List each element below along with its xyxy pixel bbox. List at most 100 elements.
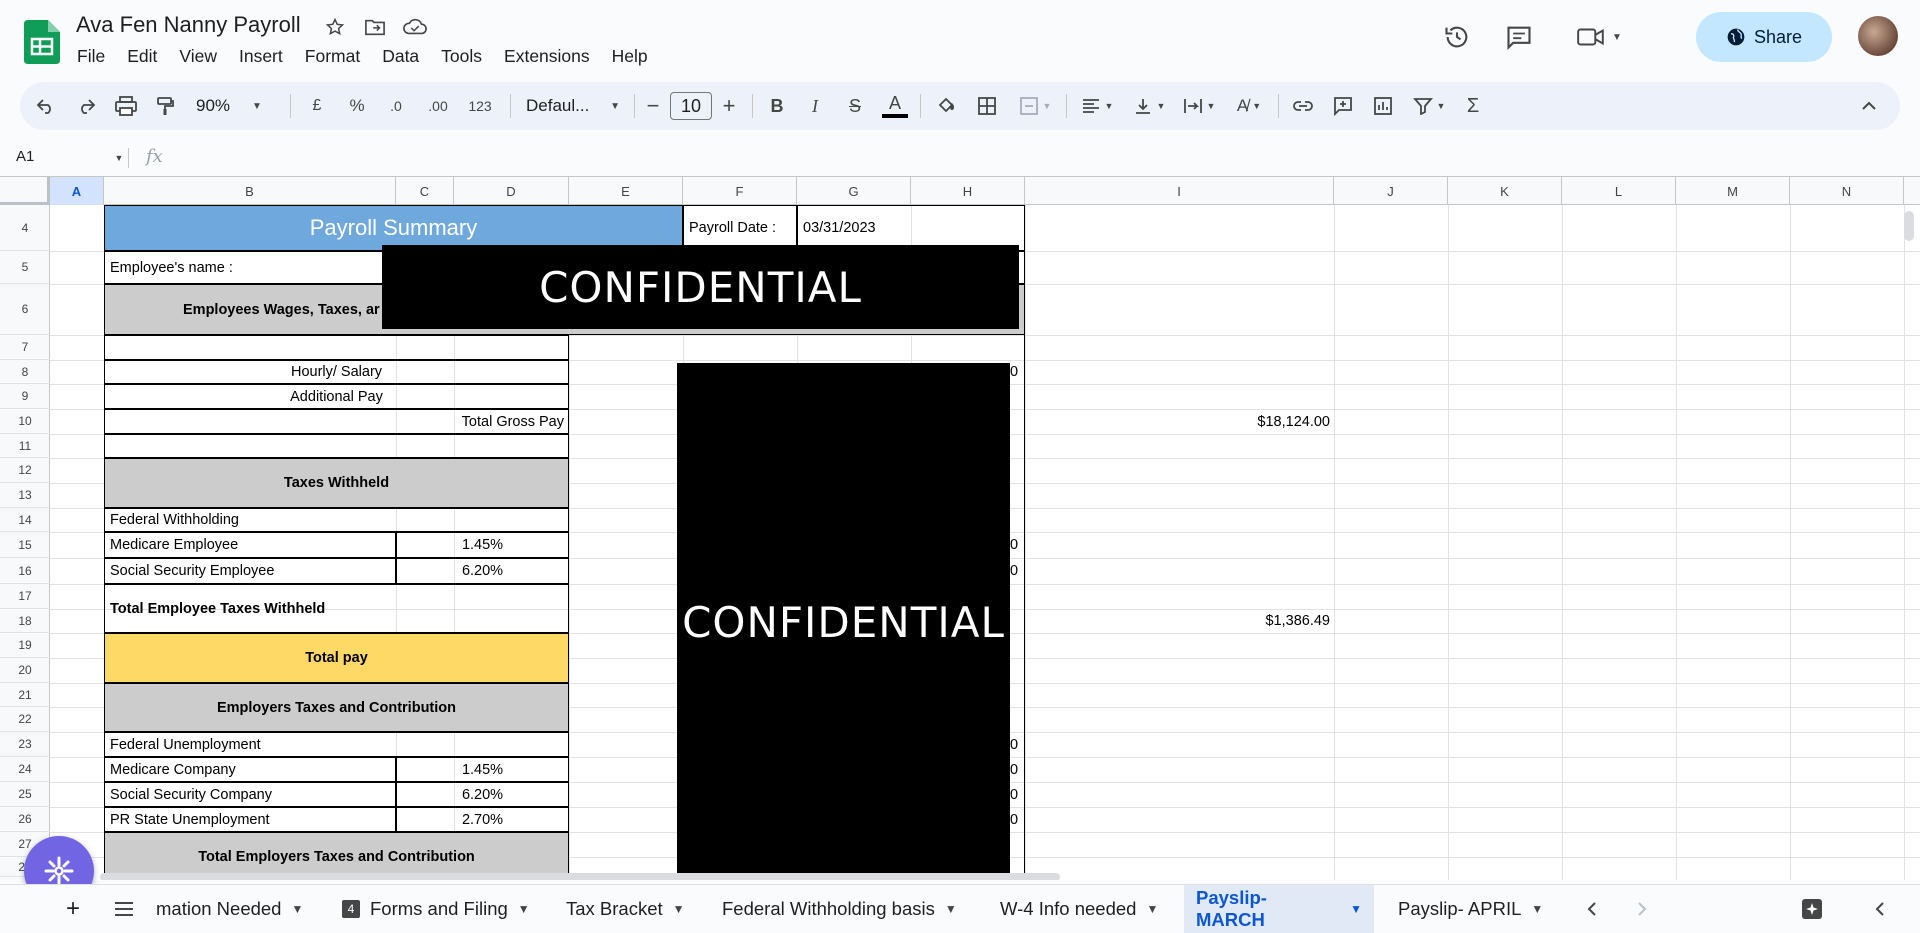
insert-link-icon[interactable] xyxy=(1286,82,1320,130)
column-header-l[interactable]: L xyxy=(1562,177,1676,205)
column-header-b[interactable]: B xyxy=(104,177,396,205)
decrease-decimal-button[interactable]: .0 xyxy=(378,82,414,130)
meet-icon[interactable]: ▼ xyxy=(1564,20,1634,54)
decrease-font-size-button[interactable]: − xyxy=(640,82,666,130)
federal-withholding-label[interactable]: Federal Withholding xyxy=(104,508,569,532)
employers-taxes-header[interactable]: Employers Taxes and Contribution xyxy=(104,683,569,732)
text-rotation-icon[interactable]: A̸ ▼ xyxy=(1226,82,1272,130)
name-box[interactable]: A1 ▼ xyxy=(16,148,123,165)
menu-view[interactable]: View xyxy=(168,44,228,69)
explore-icon[interactable] xyxy=(1800,891,1824,927)
font-select[interactable]: Defaul... ▼ xyxy=(518,82,628,130)
font-size-input[interactable]: 10 xyxy=(670,92,712,120)
sheet-tab[interactable]: W-4 Info needed ▼ xyxy=(988,885,1170,933)
total-pay-label[interactable]: Total pay xyxy=(104,633,569,683)
column-header-k[interactable]: K xyxy=(1448,177,1562,205)
insert-comment-icon[interactable] xyxy=(1326,82,1360,130)
scroll-tabs-right-icon[interactable] xyxy=(1636,891,1648,927)
blank-cell[interactable] xyxy=(104,335,569,360)
avatar[interactable] xyxy=(1858,16,1898,56)
employee-taxes-total-value[interactable]: $1,386.49 xyxy=(1025,609,1334,633)
print-icon[interactable] xyxy=(110,82,142,130)
column-header-f[interactable]: F xyxy=(683,177,797,205)
row-header[interactable]: 17 xyxy=(0,584,50,609)
pr-state-unemployment-label[interactable]: PR State Unemployment xyxy=(104,807,396,832)
row-header[interactable]: 19 xyxy=(0,633,50,658)
functions-button[interactable]: Σ xyxy=(1456,82,1490,130)
sheet-tab[interactable]: Tax Bracket ▼ xyxy=(554,885,697,933)
column-header-a[interactable]: A xyxy=(50,177,104,205)
row-header[interactable]: 16 xyxy=(0,558,50,584)
menu-format[interactable]: Format xyxy=(294,44,371,69)
medicare-company-rate[interactable]: 1.45% xyxy=(396,757,569,782)
move-folder-icon[interactable] xyxy=(362,14,388,40)
share-button[interactable]: Share xyxy=(1696,12,1832,62)
sheet-tab[interactable]: Payslip- APRIL ▼ xyxy=(1386,885,1555,933)
sheet-tab[interactable]: Federal Withholding basis ▼ xyxy=(710,885,969,933)
medicare-employee-label[interactable]: Medicare Employee xyxy=(104,532,396,558)
medicare-company-label[interactable]: Medicare Company xyxy=(104,757,396,782)
version-history-icon[interactable] xyxy=(1440,20,1474,54)
star-icon[interactable] xyxy=(322,14,348,40)
row-header[interactable]: 6 xyxy=(0,284,50,335)
column-header-c[interactable]: C xyxy=(396,177,454,205)
row-header[interactable]: 4 xyxy=(0,205,50,251)
gross-pay-total-value[interactable]: $18,124.00 xyxy=(1025,409,1334,434)
side-panel-toggle-icon[interactable] xyxy=(1874,891,1886,927)
column-header-m[interactable]: M xyxy=(1676,177,1790,205)
row-header[interactable]: 20 xyxy=(0,658,50,683)
sheets-logo-icon[interactable] xyxy=(24,20,60,64)
column-header-n[interactable]: N xyxy=(1790,177,1904,205)
increase-decimal-button[interactable]: .00 xyxy=(418,82,458,130)
cloud-status-icon[interactable] xyxy=(402,14,428,40)
social-security-employee-label[interactable]: Social Security Employee xyxy=(104,558,396,584)
total-gross-pay-label[interactable]: Total Gross Pay xyxy=(104,409,569,434)
row-header[interactable]: 13 xyxy=(0,483,50,508)
text-color-button[interactable]: A xyxy=(878,82,912,130)
filter-icon[interactable]: ▼ xyxy=(1406,82,1452,130)
row-header[interactable]: 26 xyxy=(0,807,50,832)
federal-unemployment-label[interactable]: Federal Unemployment xyxy=(104,732,569,757)
column-header-i[interactable]: I xyxy=(1025,177,1334,205)
menu-edit[interactable]: Edit xyxy=(116,44,168,69)
currency-format-button[interactable]: £ xyxy=(302,82,332,130)
horizontal-scrollbar[interactable] xyxy=(100,873,1060,880)
social-security-company-label[interactable]: Social Security Company xyxy=(104,782,396,807)
menu-extensions[interactable]: Extensions xyxy=(493,44,601,69)
menu-data[interactable]: Data xyxy=(371,44,430,69)
zoom-select[interactable]: 90% ▼ xyxy=(196,82,276,130)
document-title[interactable]: Ava Fen Nanny Payroll xyxy=(76,12,301,38)
merge-cells-icon[interactable]: ▼ xyxy=(1010,82,1060,130)
strikethrough-button[interactable]: S xyxy=(838,82,872,130)
row-header[interactable]: 9 xyxy=(0,384,50,409)
vertical-align-icon[interactable]: ▼ xyxy=(1126,82,1172,130)
row-header[interactable]: 15 xyxy=(0,532,50,558)
bold-button[interactable]: B xyxy=(760,82,794,130)
row-header[interactable]: 11 xyxy=(0,434,50,458)
column-header-h[interactable]: H xyxy=(911,177,1025,205)
row-header[interactable]: 7 xyxy=(0,335,50,360)
row-header[interactable]: 25 xyxy=(0,782,50,807)
menu-insert[interactable]: Insert xyxy=(228,44,294,69)
blank-cell[interactable] xyxy=(104,434,569,458)
taxes-withheld-header[interactable]: Taxes Withheld xyxy=(104,458,569,508)
italic-button[interactable]: I xyxy=(798,82,832,130)
sheet-tab[interactable]: mation Needed ▼ xyxy=(144,885,315,933)
insert-chart-icon[interactable] xyxy=(1366,82,1400,130)
column-header-j[interactable]: J xyxy=(1334,177,1448,205)
row-header[interactable]: 8 xyxy=(0,360,50,384)
horizontal-align-icon[interactable]: ▼ xyxy=(1074,82,1120,130)
menu-help[interactable]: Help xyxy=(601,44,659,69)
column-header-g[interactable]: G xyxy=(797,177,911,205)
row-header[interactable]: 12 xyxy=(0,458,50,483)
pr-state-unemployment-rate[interactable]: 2.70% xyxy=(396,807,569,832)
scroll-tabs-left-icon[interactable] xyxy=(1586,891,1598,927)
redo-icon[interactable] xyxy=(70,82,102,130)
fill-color-icon[interactable] xyxy=(930,82,964,130)
sheet-tab[interactable]: 4 Forms and Filing ▼ xyxy=(330,885,542,933)
percent-format-button[interactable]: % xyxy=(342,82,372,130)
comments-icon[interactable] xyxy=(1502,20,1536,54)
menu-file[interactable]: File xyxy=(66,44,116,69)
social-security-company-rate[interactable]: 6.20% xyxy=(396,782,569,807)
row-header[interactable]: 21 xyxy=(0,683,50,707)
